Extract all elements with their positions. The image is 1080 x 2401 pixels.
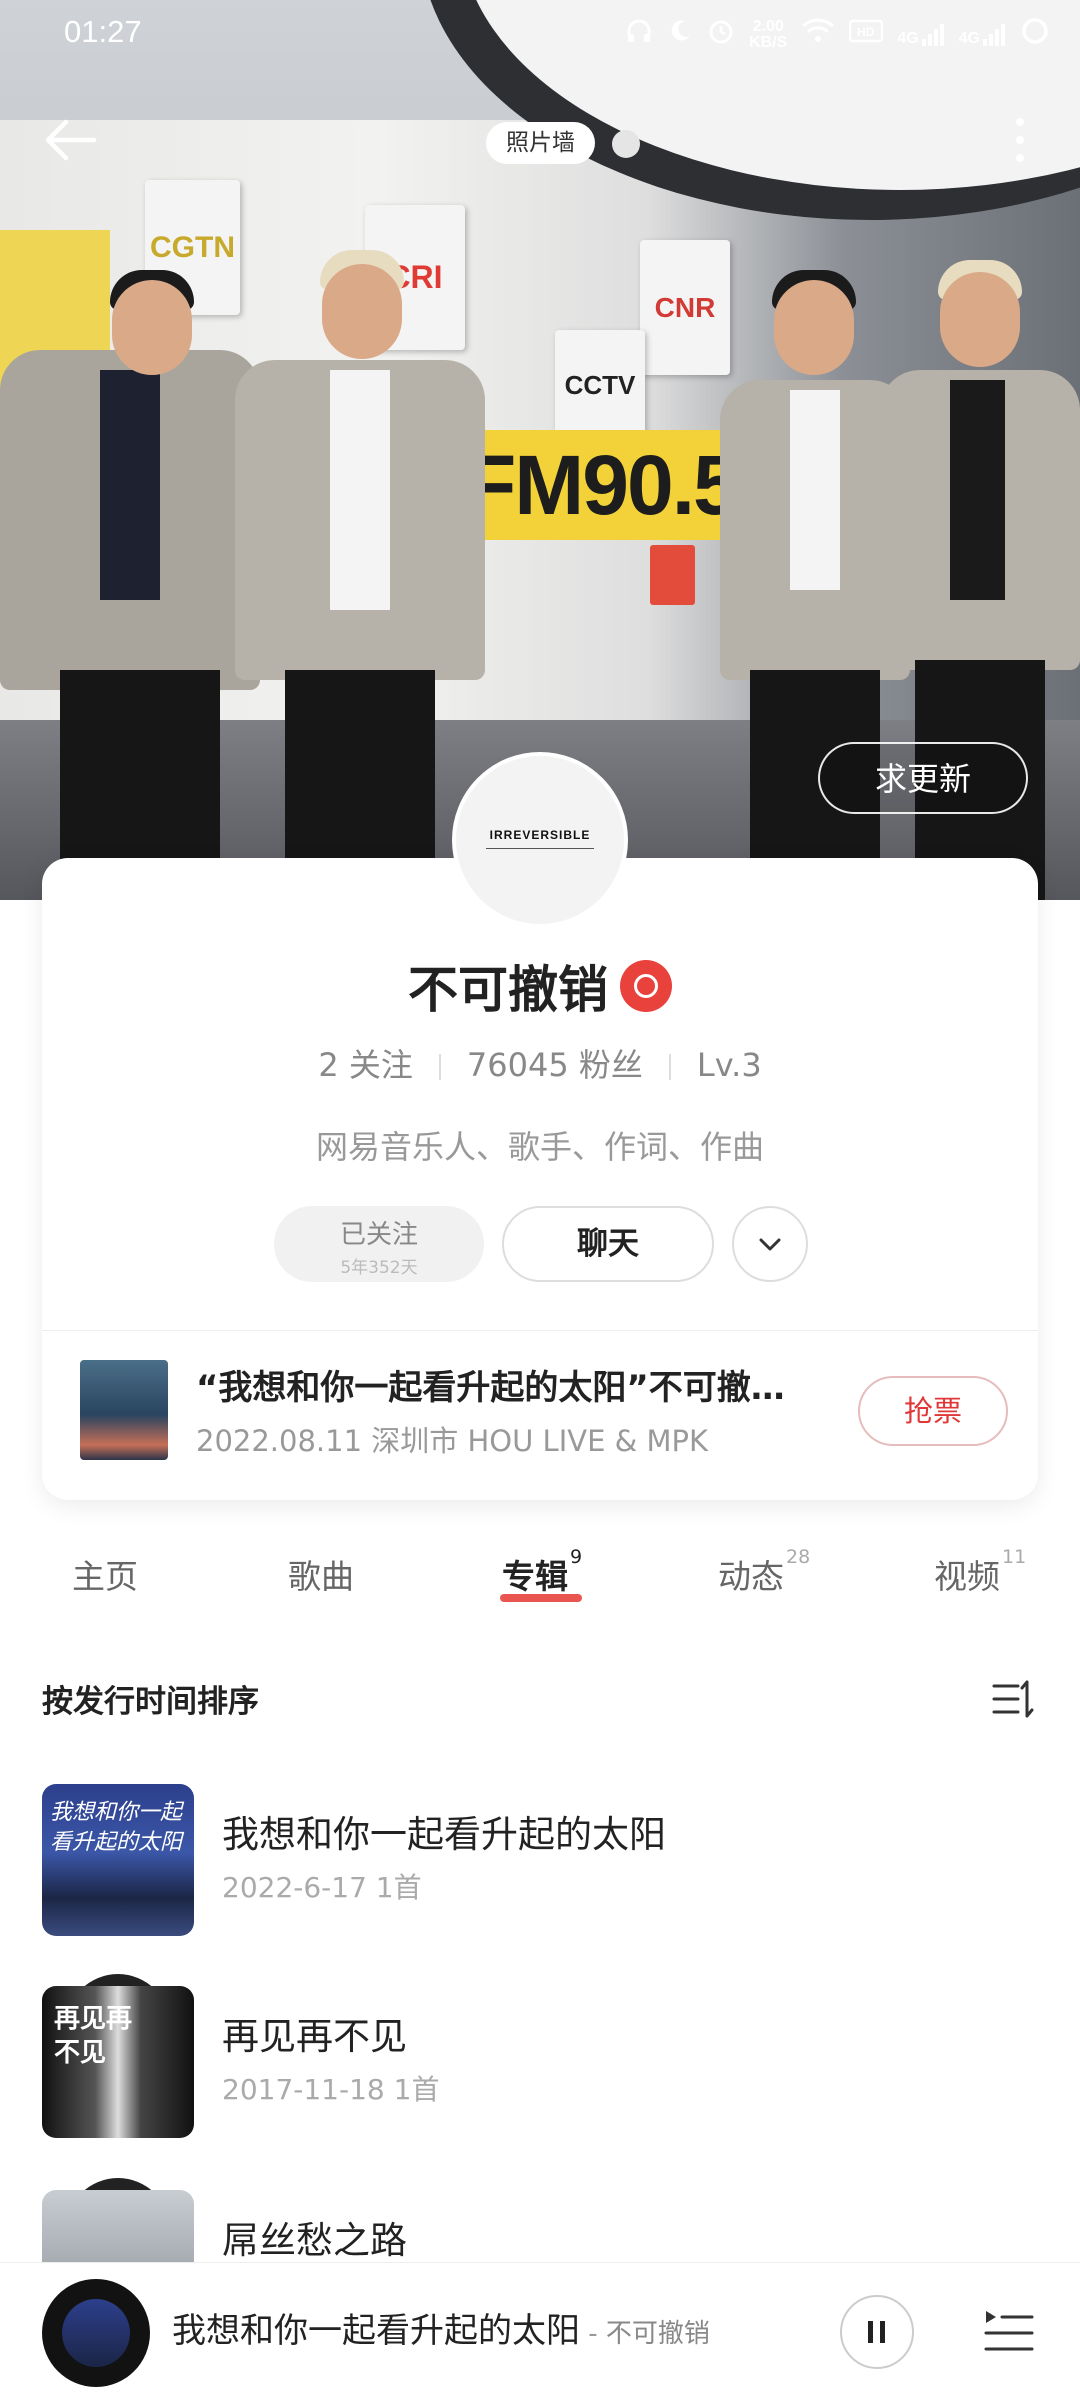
album-meta: 2017-11-18 1首 xyxy=(222,2073,440,2106)
tab-videos[interactable]: 视频 11 xyxy=(934,1546,1026,1598)
following-count[interactable]: 2 关注 xyxy=(318,1046,413,1084)
photo-red-sign xyxy=(650,545,695,605)
sort-button[interactable] xyxy=(990,1676,1036,1722)
artist-level[interactable]: Lv.3 xyxy=(697,1046,762,1084)
photo-wall-tab[interactable]: 照片墙 xyxy=(486,122,595,164)
feeds-count: 28 xyxy=(786,1546,811,1568)
back-button[interactable] xyxy=(40,108,104,172)
hd-icon: HD xyxy=(849,19,884,50)
album-meta: 2022-6-17 1首 xyxy=(222,1871,422,1904)
stats-divider xyxy=(668,1054,671,1080)
net-speed: 2.00 KB/S xyxy=(749,17,788,51)
videos-count: 11 xyxy=(1002,1546,1027,1568)
avatar-logo-text: IRREVERSIBLE xyxy=(489,828,591,842)
moon-icon xyxy=(667,18,693,51)
tab-home[interactable]: 主页 xyxy=(72,1550,138,1598)
photo-sign-cnr: CNR xyxy=(640,240,730,375)
album-cover: 再见再不见 xyxy=(42,1986,194,2138)
pause-button[interactable] xyxy=(840,2295,914,2369)
album-title: 我想和你一起看升起的太阳 xyxy=(222,1813,666,1856)
request-update-button[interactable]: 求更新 xyxy=(818,742,1028,814)
chevron-down-icon xyxy=(759,1238,781,1251)
expand-button[interactable] xyxy=(732,1206,808,1282)
followers-count[interactable]: 76045 粉丝 xyxy=(467,1046,643,1084)
alarm-icon xyxy=(707,17,735,52)
card-divider xyxy=(42,1330,1038,1331)
tab-feeds[interactable]: 动态 28 xyxy=(718,1546,810,1598)
wifi-icon xyxy=(801,18,835,51)
album-cover: 我想和你一起看升起的太阳 xyxy=(42,1784,194,1936)
album-cover-text: 再见再不见 xyxy=(54,2004,133,2068)
concert-title[interactable]: “我想和你一起看升起的太阳”不可撤销巡演 xyxy=(196,1360,816,1409)
album-item[interactable]: 再见再不见 再见再不见 2017-11-18 1首 xyxy=(42,1974,1042,2146)
player-artist: 不可撤销 xyxy=(605,2319,710,2349)
sort-icon xyxy=(992,1680,1034,1718)
grab-ticket-button[interactable]: 抢票 xyxy=(858,1376,1008,1446)
photo-pager-dot[interactable] xyxy=(612,130,640,158)
arrow-left-icon xyxy=(45,119,97,161)
followed-duration: 5年352天 xyxy=(340,1258,418,1278)
concert-info: 2022.08.11 深圳市 HOU LIVE & MPK xyxy=(196,1424,709,1458)
photo-sign-cctv: CCTV xyxy=(555,330,645,440)
stats-divider xyxy=(438,1054,441,1080)
chat-button[interactable]: 聊天 xyxy=(502,1206,714,1282)
artist-tabs: 主页 歌曲 专辑 9 动态 28 视频 11 xyxy=(0,1546,1080,1620)
album-item[interactable]: 我想和你一起看升起的太阳 我想和你一起看升起的太阳 2022-6-17 1首 xyxy=(42,1784,1042,1944)
artist-name-row: 不可撤销 xyxy=(0,950,1080,1022)
album-title: 屌丝愁之路 xyxy=(222,2219,407,2262)
artist-tags: 网易音乐人、歌手、作词、作曲 xyxy=(315,1128,764,1166)
concert-poster[interactable] xyxy=(80,1360,168,1460)
player-song-title: 我想和你一起看升起的太阳 xyxy=(172,2311,580,2351)
battery-icon xyxy=(1020,16,1050,53)
musician-badge-icon[interactable] xyxy=(620,960,672,1012)
signal-2-icon: 4G xyxy=(959,23,1006,47)
avatar-logo-line xyxy=(486,848,594,849)
signal-1-icon: 4G xyxy=(897,23,944,47)
mini-player[interactable]: 我想和你一起看升起的太阳 - 不可撤销 xyxy=(0,2262,1080,2401)
status-icons: 2.00 KB/S HD 4G 4G xyxy=(625,16,1050,53)
photo-fm-sign: FM90.5 xyxy=(455,430,740,540)
artist-name: 不可撤销 xyxy=(408,961,608,1019)
tab-songs[interactable]: 歌曲 xyxy=(288,1550,354,1598)
artist-avatar[interactable]: IRREVERSIBLE xyxy=(452,752,628,928)
more-vertical-icon xyxy=(1016,118,1024,162)
player-song-info[interactable]: 我想和你一起看升起的太阳 - 不可撤销 xyxy=(172,2303,710,2352)
headphones-icon xyxy=(625,17,653,52)
followed-button[interactable]: 已关注 5年352天 xyxy=(274,1206,484,1282)
playlist-icon xyxy=(984,2311,1034,2351)
followed-label: 已关注 xyxy=(339,1220,418,1250)
photo-person-2 xyxy=(235,250,485,900)
albums-count: 9 xyxy=(570,1546,583,1568)
album-title: 再见再不见 xyxy=(222,2015,407,2058)
artist-stats: 2 关注 76045 粉丝 Lv.3 xyxy=(0,1040,1080,1086)
sort-label: 按发行时间排序 xyxy=(42,1684,259,1720)
tab-albums[interactable]: 专辑 9 xyxy=(502,1546,582,1598)
more-options-button[interactable] xyxy=(1000,108,1040,172)
playlist-button[interactable] xyxy=(982,2303,1036,2359)
status-time: 01:27 xyxy=(64,14,142,49)
status-bar: 01:27 2.00 KB/S HD 4G 4G xyxy=(0,0,1080,70)
player-separator: - xyxy=(580,2319,606,2349)
player-disc-cover xyxy=(62,2299,130,2367)
album-cover-text: 我想和你一起看升起的太阳 xyxy=(50,1800,183,1855)
active-tab-indicator xyxy=(500,1594,582,1602)
svg-text:HD: HD xyxy=(857,25,875,39)
